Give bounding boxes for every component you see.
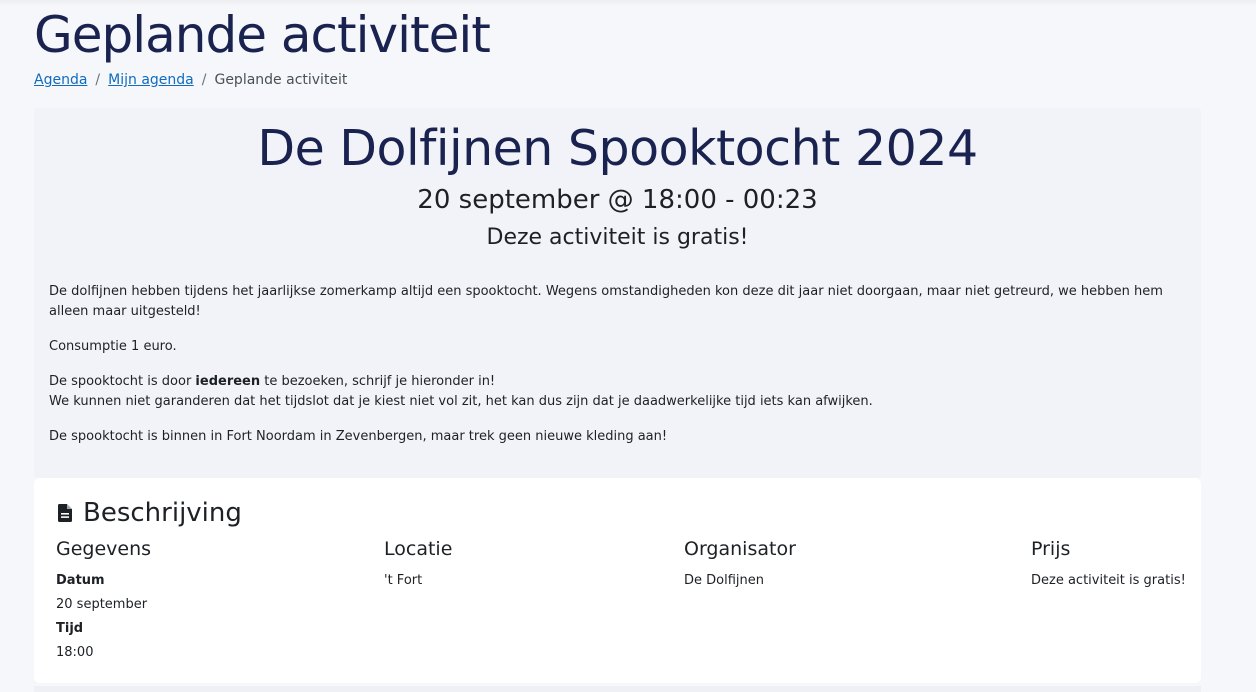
description-paragraph-3: De spooktocht is door iedereen te bezoek… [49, 372, 1179, 412]
locatie-title: Locatie [384, 538, 453, 560]
description-paragraph-1: De dolfijnen hebben tijdens het jaarlijk… [49, 284, 1163, 319]
description-text: We kunnen niet garanderen dat het tijdsl… [49, 394, 873, 409]
event-description: De dolfijnen hebben tijdens het jaarlijk… [49, 282, 1179, 462]
page-title: Geplande activiteit [34, 6, 491, 64]
description-text: De spooktocht is door [49, 374, 196, 389]
organisator-column: Organisator De Dolfijnen [684, 538, 796, 593]
event-card: De Dolfijnen Spooktocht 2024 20 septembe… [34, 108, 1201, 478]
prijs-title: Prijs [1031, 538, 1071, 560]
details-heading: Beschrijving [57, 498, 242, 528]
breadcrumb-separator: / [95, 72, 101, 88]
tijd-value: 18:00 [56, 645, 94, 660]
event-price-banner: Deze activiteit is gratis! [486, 225, 749, 250]
breadcrumb-link-agenda[interactable]: Agenda [34, 72, 87, 88]
details-card: Beschrijving Gegevens Datum 20 september… [34, 478, 1201, 683]
datum-label: Datum [56, 573, 105, 588]
prijs-column: Prijs Deze activiteit is gratis! [1031, 538, 1186, 593]
event-title: De Dolfijnen Spooktocht 2024 [257, 120, 978, 177]
gegevens-column: Gegevens Datum 20 september Tijd 18:00 [56, 538, 151, 665]
gegevens-title: Gegevens [56, 538, 152, 560]
breadcrumb-link-mijn-agenda[interactable]: Mijn agenda [108, 72, 194, 88]
locatie-value: 't Fort [384, 573, 423, 588]
locatie-column: Locatie 't Fort [384, 538, 452, 593]
breadcrumb-current: Geplande activiteit [214, 72, 348, 88]
organisator-title: Organisator [684, 538, 796, 560]
next-section-edge [34, 686, 1201, 692]
prijs-value: Deze activiteit is gratis! [1031, 573, 1186, 588]
description-text: te bezoeken, schrijf je hieronder in! [260, 374, 496, 389]
organisator-value: De Dolfijnen [684, 573, 764, 588]
description-paragraph-2: Consumptie 1 euro. [49, 339, 177, 354]
event-datetime: 20 september @ 18:00 - 00:23 [417, 185, 818, 215]
details-heading-text: Beschrijving [83, 498, 242, 528]
breadcrumb: Agenda / Mijn agenda / Geplande activiteit [34, 72, 347, 88]
description-paragraph-4: De spooktocht is binnen in Fort Noordam … [49, 429, 668, 444]
breadcrumb-separator: / [201, 72, 207, 88]
tijd-label: Tijd [56, 621, 84, 636]
datum-value: 20 september [56, 597, 148, 612]
description-emphasis: iedereen [195, 374, 261, 389]
document-icon [57, 504, 73, 522]
